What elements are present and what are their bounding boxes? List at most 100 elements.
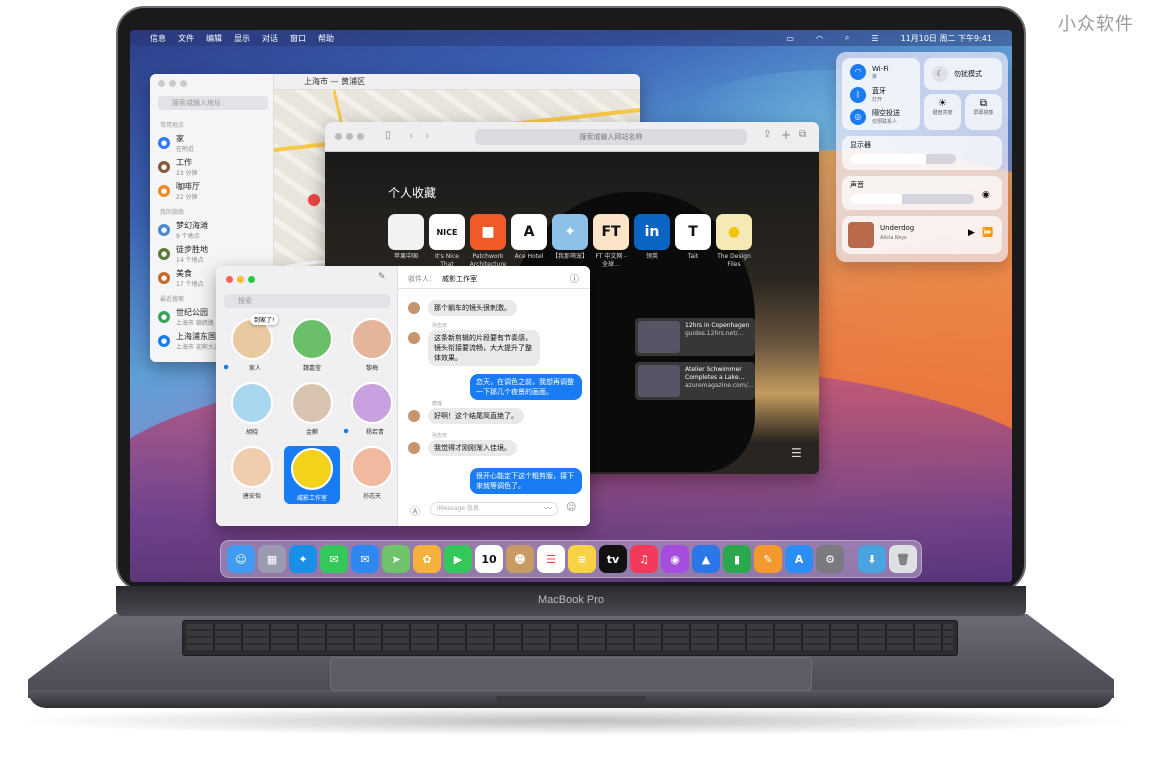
incoming-message[interactable]: 好啊！这个结尾简直绝了。 bbox=[428, 408, 524, 424]
pinned-conversation[interactable]: 孙志天 bbox=[344, 446, 400, 500]
photos-icon[interactable]: ✿ bbox=[413, 545, 441, 573]
tv-icon[interactable]: tv bbox=[599, 545, 627, 573]
menu-item[interactable]: 文件 bbox=[178, 33, 194, 44]
keynote-icon[interactable]: ▲ bbox=[692, 545, 720, 573]
reading-list-card[interactable]: Atelier Schwimmer Completes a Lake… azure… bbox=[635, 362, 755, 400]
maps-search-input[interactable]: 搜索或输入地址 bbox=[158, 96, 268, 110]
pinned-conversation[interactable]: 胡晓 bbox=[224, 382, 280, 436]
wifi-icon[interactable]: ◠ bbox=[816, 34, 823, 43]
menubar-clock[interactable]: 11月10日 周二 下午9:41 bbox=[901, 33, 992, 44]
minimize-button[interactable] bbox=[237, 276, 244, 283]
favorite-tile[interactable]: ● The Design Files bbox=[715, 214, 753, 269]
menu-item[interactable]: 对话 bbox=[262, 33, 278, 44]
trackpad[interactable] bbox=[330, 657, 812, 691]
incoming-message[interactable]: 那个躺车的镜头很刺激。 bbox=[428, 300, 517, 316]
sound-slider[interactable] bbox=[850, 194, 974, 204]
mail-icon[interactable]: ✉ bbox=[351, 545, 379, 573]
close-button[interactable] bbox=[226, 276, 233, 283]
airplay-audio-icon[interactable]: ◉ bbox=[982, 190, 990, 200]
outgoing-message[interactable]: 很开心能定下这个粗剪版，接下来就等调色了。 bbox=[470, 468, 582, 494]
close-button[interactable] bbox=[158, 80, 165, 87]
forward-icon[interactable]: ⏩ bbox=[982, 228, 993, 238]
menu-item[interactable]: 窗口 bbox=[290, 33, 306, 44]
screen-mirroring-tile[interactable]: ⧉ 屏幕镜像 bbox=[965, 94, 1002, 130]
favorite-tile[interactable]: A Ace Hotel bbox=[510, 214, 548, 261]
favorite-tile[interactable]: ✦ 【我那萌宠】 bbox=[551, 214, 589, 261]
minimize-button[interactable] bbox=[346, 133, 353, 140]
compose-icon[interactable]: ✎ bbox=[378, 272, 386, 282]
airdrop-toggle[interactable]: ◎ 隔空投送 仅限联系人 bbox=[850, 108, 900, 125]
customize-icon[interactable]: ☰ bbox=[791, 446, 802, 460]
minimize-button[interactable] bbox=[169, 80, 176, 87]
finder-icon[interactable]: ☺ bbox=[227, 545, 255, 573]
incoming-message[interactable]: 这条新剪辑的片段要有节奏感，镜头衔接要流畅，大大提升了整体效果。 bbox=[428, 330, 540, 366]
tab-overview-icon[interactable]: ⧉ bbox=[799, 129, 806, 140]
control-center-icon[interactable]: ☰ bbox=[871, 34, 878, 43]
trash-icon[interactable]: 🗑 bbox=[889, 545, 917, 573]
music-icon[interactable]: ♫ bbox=[630, 545, 658, 573]
battery-icon[interactable]: ▭ bbox=[786, 34, 794, 43]
favorite-tile[interactable]: FT FT 中文网 - 全球… bbox=[592, 214, 630, 269]
zoom-button[interactable] bbox=[180, 80, 187, 87]
contacts-icon[interactable]: ☻ bbox=[506, 545, 534, 573]
close-button[interactable] bbox=[335, 133, 342, 140]
favorite-tile[interactable]: T Tait bbox=[674, 214, 712, 261]
pinned-conversation[interactable]: 家人 到家了! bbox=[224, 314, 280, 372]
app-store-icon[interactable]: A bbox=[785, 545, 813, 573]
maps-place-item[interactable]: ● 咖啡厅 22 分钟 bbox=[158, 181, 274, 201]
address-bar[interactable]: 搜索或输入网站名称 bbox=[475, 129, 747, 145]
forward-icon[interactable]: › bbox=[425, 129, 429, 142]
favorite-tile[interactable]: 苹果中国 bbox=[387, 214, 425, 261]
messages-icon[interactable]: ✉ bbox=[320, 545, 348, 573]
play-icon[interactable]: ▶ bbox=[968, 228, 975, 238]
app-store-icon[interactable]: Ⓐ bbox=[410, 503, 420, 518]
recipient-name[interactable]: 威影工作室 bbox=[442, 274, 477, 284]
pinned-conversation[interactable]: 黎梅 bbox=[344, 318, 400, 372]
menu-item[interactable]: 显示 bbox=[234, 33, 250, 44]
launchpad-icon[interactable]: ▦ bbox=[258, 545, 286, 573]
focus-tile[interactable]: ☾ 勿扰模式 bbox=[924, 58, 1002, 90]
wifi-toggle[interactable]: ◠ Wi-Fi 家 bbox=[850, 64, 889, 80]
zoom-button[interactable] bbox=[357, 133, 364, 140]
facetime-icon[interactable]: ▶ bbox=[444, 545, 472, 573]
pinned-conversation[interactable]: 唐安怡 bbox=[224, 446, 280, 500]
maps-place-item[interactable]: ● 工作 23 分钟 bbox=[158, 157, 274, 177]
messages-search-input[interactable]: 搜索 bbox=[224, 294, 390, 308]
menu-item[interactable]: 编辑 bbox=[206, 33, 222, 44]
maps-place-item[interactable]: ● 梦幻海滩 9 个地点 bbox=[158, 220, 274, 240]
display-slider[interactable] bbox=[850, 154, 956, 164]
pinned-conversation[interactable]: 魏嘉莹 bbox=[284, 318, 340, 372]
favorite-tile[interactable]: ■ Patchwork Architecture bbox=[469, 214, 507, 269]
sidebar-icon[interactable]: ▯ bbox=[385, 130, 391, 141]
favorite-tile[interactable]: in 领英 bbox=[633, 214, 671, 261]
maps-icon[interactable]: ➤ bbox=[382, 545, 410, 573]
reminders-icon[interactable]: ☰ bbox=[537, 545, 565, 573]
bluetooth-toggle[interactable]: ᛒ 蓝牙 打开 bbox=[850, 86, 886, 103]
maps-place-item[interactable]: ● 家在附近 bbox=[158, 133, 274, 153]
maps-place-item[interactable]: ● 徒步胜地 14 个地点 bbox=[158, 244, 274, 264]
zoom-button[interactable] bbox=[248, 276, 255, 283]
notes-icon[interactable]: ≡ bbox=[568, 545, 596, 573]
spotlight-icon[interactable]: ⌕ bbox=[845, 33, 849, 43]
back-icon[interactable]: ‹ bbox=[409, 129, 413, 142]
message-input[interactable]: iMessage 信息 bbox=[430, 502, 558, 516]
system-preferences-icon[interactable]: ⚙ bbox=[816, 545, 844, 573]
outgoing-message[interactable]: 恋天，在调色之前，我想再调整一下那几个夜景的画面。 bbox=[470, 374, 582, 400]
safari-icon[interactable]: ✦ bbox=[289, 545, 317, 573]
favorite-tile[interactable]: NICE It's Nice That bbox=[428, 214, 466, 269]
incoming-message[interactable]: 我觉得才刚刚渐入佳境。 bbox=[428, 440, 517, 456]
pinned-conversation[interactable]: 金麒 bbox=[284, 382, 340, 436]
reading-list-card[interactable]: 12hrs in Copenhagen guides.12hrs.net/… bbox=[635, 318, 755, 356]
menu-item[interactable]: 信息 bbox=[150, 33, 166, 44]
downloads-icon[interactable]: ⬇ bbox=[858, 545, 886, 573]
podcasts-icon[interactable]: ◉ bbox=[661, 545, 689, 573]
audio-icon[interactable]: 〰 bbox=[544, 503, 552, 514]
numbers-icon[interactable]: ▮ bbox=[723, 545, 751, 573]
menu-item[interactable]: 帮助 bbox=[318, 33, 334, 44]
new-tab-icon[interactable]: + bbox=[781, 128, 791, 142]
keyboard-brightness-tile[interactable]: ☀ 键盘亮度 bbox=[924, 94, 961, 130]
info-icon[interactable]: ⓘ bbox=[570, 272, 579, 285]
share-icon[interactable]: ⇪ bbox=[763, 129, 771, 140]
calendar-icon[interactable]: 10 bbox=[475, 545, 503, 573]
emoji-icon[interactable]: ☺ bbox=[566, 502, 576, 513]
